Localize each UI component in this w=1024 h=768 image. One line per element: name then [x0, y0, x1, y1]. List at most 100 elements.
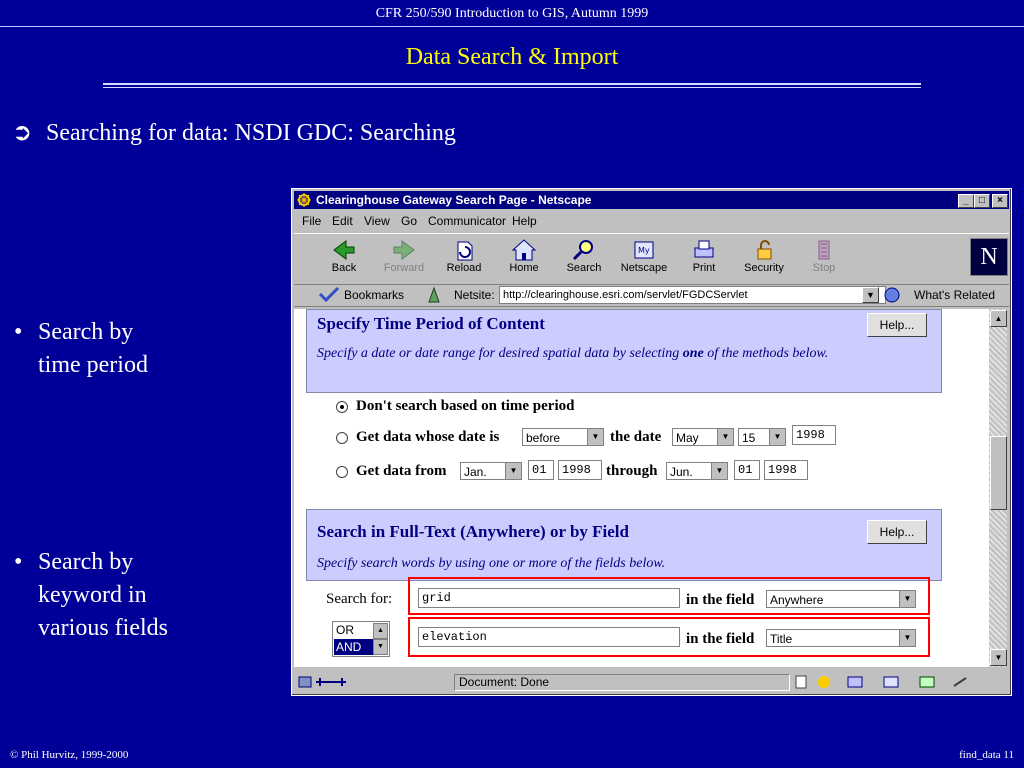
date-day-select[interactable]: 15 ▼ [738, 428, 786, 446]
home-button[interactable]: Home [496, 236, 552, 282]
list-scroll-up-icon[interactable]: ▲ [373, 623, 388, 639]
time-panel-heading: Specify Time Period of Content [317, 314, 545, 333]
sub-bullet-line: Search by [38, 319, 134, 345]
back-button[interactable]: Back [316, 236, 372, 282]
month-value: Jan. [464, 465, 487, 479]
scroll-up-icon[interactable]: ▲ [990, 310, 1007, 327]
netscape-logo[interactable]: N [970, 238, 1008, 276]
sub-bullet-text: Search by time period [38, 316, 148, 382]
security-button[interactable]: Security [736, 236, 792, 282]
scroll-down-icon[interactable]: ▼ [990, 649, 1007, 666]
dropdown-arrow-icon: ▼ [899, 630, 915, 646]
date-mode-select[interactable]: before ▼ [522, 428, 604, 446]
menu-bar: File Edit View Go Communicator Help [294, 211, 1009, 231]
component-bar-icons[interactable] [794, 674, 1004, 690]
back-label: Back [331, 262, 357, 274]
location-bar: Bookmarks Netsite: http://clearinghouse.… [294, 284, 1009, 307]
from-month-select[interactable]: Jan. ▼ [460, 462, 522, 480]
url-field[interactable]: http://clearinghouse.esri.com/servlet/FG… [499, 286, 886, 304]
dropdown-arrow-icon: ▼ [899, 591, 915, 607]
print-icon [694, 240, 714, 258]
radio-date-is[interactable] [336, 432, 348, 444]
reload-icon [457, 241, 473, 261]
dropdown-arrow-icon: ▼ [769, 429, 785, 445]
url-dropdown-button[interactable]: ▼ [862, 287, 879, 303]
forward-button[interactable]: Forward [376, 236, 432, 282]
menu-file[interactable]: File [302, 214, 321, 228]
time-panel-description: Specify a date or date range for desired… [317, 344, 917, 363]
search-button[interactable]: Search [556, 236, 612, 282]
operator-or[interactable]: OR [334, 622, 376, 638]
search-term-1[interactable]: grid [418, 588, 680, 608]
stop-button[interactable]: Stop [796, 236, 852, 282]
search-term-2[interactable]: elevation [418, 627, 680, 647]
svg-text:My: My [638, 246, 650, 255]
minimize-button[interactable]: _ [958, 194, 974, 208]
text-help-button[interactable]: Help... [867, 520, 927, 544]
stop-icon [818, 240, 830, 260]
netscape-icon: My [634, 241, 654, 259]
to-year-input[interactable]: 1998 [764, 460, 808, 480]
bookmarks-button[interactable]: Bookmarks [344, 288, 404, 302]
desc-text: of the methods below. [703, 346, 829, 361]
time-help-button[interactable]: Help... [867, 313, 927, 337]
sub-bullet-line: Search by [38, 549, 134, 575]
the-date-label: the date [610, 429, 662, 445]
window-title: Clearinghouse Gateway Search Page - Nets… [316, 193, 592, 207]
close-button[interactable]: × [992, 194, 1008, 208]
menu-help[interactable]: Help [512, 214, 537, 228]
boolean-operator-list[interactable]: OR AND ▲ ▼ [332, 621, 390, 657]
sub-bullet-line: time period [38, 352, 148, 378]
from-day-input[interactable]: 01 [528, 460, 554, 480]
to-day-input[interactable]: 01 [734, 460, 760, 480]
date-year-input[interactable]: 1998 [792, 425, 836, 445]
vertical-scrollbar[interactable]: ▲ ▼ [989, 309, 1007, 667]
whats-related-icon [884, 287, 900, 303]
dropdown-arrow-icon: ▼ [717, 429, 733, 445]
menu-view[interactable]: View [364, 214, 390, 228]
title-rule [103, 87, 921, 88]
full-text-panel: Search in Full-Text (Anywhere) or by Fie… [306, 509, 942, 581]
menu-communicator[interactable]: Communicator [428, 214, 506, 228]
date-month-select[interactable]: May ▼ [672, 428, 734, 446]
navigation-toolbar: Back Forward Reload Home Search My Netsc… [294, 233, 1009, 285]
no-time-label: Don't search based on time period [356, 398, 575, 414]
text-panel-heading: Search in Full-Text (Anywhere) or by Fie… [317, 522, 629, 541]
bookmarks-icon [318, 286, 340, 303]
sub-bullet-keyword: • Search by keyword in various fields [14, 546, 254, 646]
reload-label: Reload [446, 262, 482, 274]
netscape-label: Netscape [620, 262, 668, 274]
dropdown-arrow-icon: ▼ [587, 429, 603, 445]
to-month-select[interactable]: Jun. ▼ [666, 462, 728, 480]
course-header: CFR 250/590 Introduction to GIS, Autumn … [375, 6, 649, 21]
window-titlebar[interactable]: Clearinghouse Gateway Search Page - Nets… [294, 191, 1009, 209]
footer-page-id: find_data 11 [959, 749, 1014, 761]
radio-date-range[interactable] [336, 466, 348, 478]
from-year-input[interactable]: 1998 [558, 460, 602, 480]
whats-related-button[interactable]: What's Related [914, 288, 995, 302]
time-period-panel: Specify Time Period of Content Help... S… [306, 309, 942, 393]
operator-and[interactable]: AND [334, 639, 376, 655]
footer-copyright: © Phil Hurvitz, 1999-2000 [10, 749, 129, 761]
field-select-2[interactable]: Title ▼ [766, 629, 916, 647]
print-label: Print [692, 262, 716, 274]
in-field-label: in the field [686, 631, 755, 647]
print-button[interactable]: Print [676, 236, 732, 282]
back-arrow-icon [333, 240, 355, 260]
netscape-button[interactable]: My Netscape [616, 236, 672, 282]
reload-button[interactable]: Reload [436, 236, 492, 282]
through-label: through [606, 463, 658, 479]
list-scroll-down-icon[interactable]: ▼ [373, 639, 388, 655]
status-bar: Document: Done [294, 672, 1009, 692]
scroll-thumb[interactable] [990, 436, 1007, 510]
from-label: Get data from [356, 463, 447, 479]
page-proxy-icon[interactable] [426, 286, 442, 304]
menu-edit[interactable]: Edit [332, 214, 353, 228]
radio-no-time[interactable] [336, 401, 348, 413]
maximize-button[interactable]: □ [974, 194, 990, 208]
menu-go[interactable]: Go [401, 214, 417, 228]
sub-bullet-line: keyword in [38, 582, 147, 608]
field-select-1[interactable]: Anywhere ▼ [766, 590, 916, 608]
desc-text: Specify a date or date range for desired… [317, 346, 683, 361]
forward-arrow-icon [393, 240, 415, 260]
